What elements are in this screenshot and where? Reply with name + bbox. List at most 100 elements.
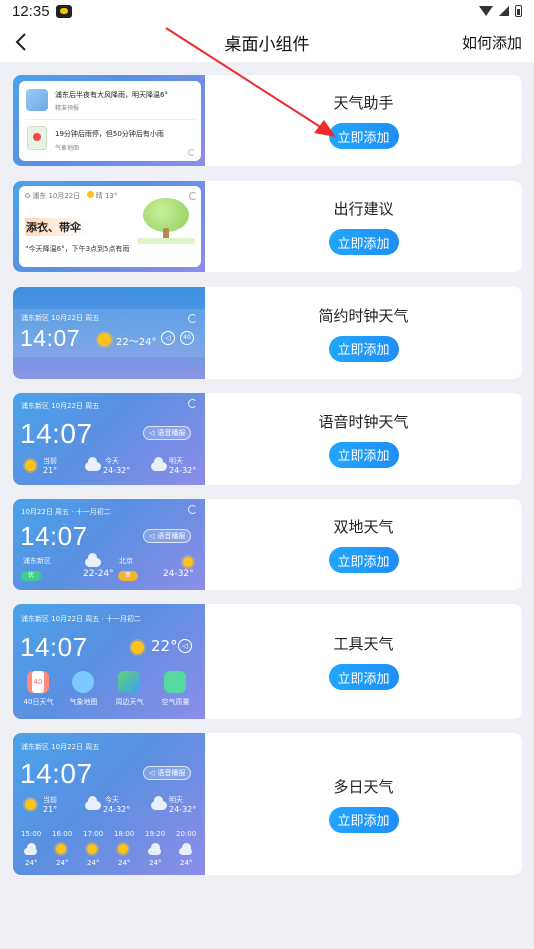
add-now-button[interactable]: 立即添加 <box>328 547 399 573</box>
tool-label: 40日天气 <box>23 698 54 706</box>
how-to-add-link[interactable]: 如何添加 <box>462 32 522 53</box>
card-actions: 多日天气 立即添加 <box>205 733 522 875</box>
hour-label: 20:00 <box>176 830 197 838</box>
clock-time: 14:07 <box>20 418 93 449</box>
advice-headline: 添衣、带伞 <box>25 218 89 236</box>
widget-card-multi-day: 浦东新区 10月22日 周五 14:07 ◁ 语音播报 当前 21° 今天 24… <box>13 733 522 875</box>
preview-panel: 浦东后半夜有大风降雨，明天降温6° 精准预报 19分钟后雨停，但50分钟后有小雨… <box>19 81 201 161</box>
refresh-icon <box>188 314 197 323</box>
refresh-icon <box>188 399 197 408</box>
forty-day-icon-number: 40 <box>31 671 45 693</box>
widget-card-tools: 浦东新区 10月22日 周五 · 十一月初二 14:07 22° ◁ 40 40… <box>13 604 522 719</box>
add-now-button[interactable]: 立即添加 <box>328 806 399 833</box>
voice-label: 语音播报 <box>157 769 186 777</box>
widget-card-dual-city: 10月22日 周五 · 十一月初二 14:07 ◁ 语音播报 浦东新区 北京 优… <box>13 499 522 590</box>
speaker-icon: ◁ <box>149 429 155 437</box>
widget-name: 语音时钟天气 <box>318 412 409 431</box>
hour-temp: 24° <box>149 859 162 867</box>
current-temp: 22° <box>151 637 178 655</box>
widget-name: 多日天气 <box>333 777 394 796</box>
col-value: 21° <box>43 805 58 814</box>
sun-icon <box>98 333 111 346</box>
widget-preview: 浦东后半夜有大风降雨，明天降温6° 精准预报 19分钟后雨停，但50分钟后有小雨… <box>13 75 205 166</box>
voice-broadcast-button: ◁ 语音播报 <box>143 426 192 440</box>
clock-time: 14:07 <box>20 758 93 789</box>
tool-label: 空气质量 <box>161 698 190 706</box>
cloud-sun-icon <box>85 457 101 471</box>
add-now-button[interactable]: 立即添加 <box>328 123 399 149</box>
tree-illustration-icon <box>137 194 195 244</box>
widget-preview: 浦东新区 10月22日 周五 14:07 22～24° ◁ 40 <box>13 287 205 379</box>
cloud-sun-icon <box>148 843 161 855</box>
location-date: 浦东新区 10月22日 周五 <box>21 743 100 751</box>
aqi-badge-fair: 良 <box>118 571 138 581</box>
cloud-icon <box>24 843 37 855</box>
status-time: 12:35 <box>12 2 50 20</box>
widget-preview: 浦东新区 10月22日 周五 14:07 ◁ 语音播报 当前 21° 今天 24… <box>13 393 205 485</box>
refresh-icon <box>188 505 197 514</box>
back-arrow-icon[interactable] <box>10 30 34 54</box>
card-actions: 语音时钟天气 立即添加 <box>205 393 522 485</box>
location-pin-icon <box>25 193 30 198</box>
hour-label: 19:20 <box>145 830 166 838</box>
hour-label: 18:00 <box>114 830 135 838</box>
city2-name: 北京 <box>119 557 133 565</box>
date-lunar: 10月22日 周五 · 十一月初二 <box>21 508 111 516</box>
air-quality-icon <box>164 671 186 693</box>
forecast-thumb-icon <box>26 89 48 111</box>
widget-card-simple-clock: 浦东新区 10月22日 周五 14:07 22～24° ◁ 40 简约时钟天气 … <box>13 287 522 379</box>
col-label: 明天 <box>169 796 183 804</box>
hour-label: 16:00 <box>52 830 73 838</box>
page-title: 桌面小组件 <box>224 34 310 55</box>
status-bar: 12:35 <box>0 0 534 22</box>
card-actions: 简约时钟天气 立即添加 <box>205 287 522 379</box>
col-label: 今天 <box>105 796 119 804</box>
col-label: 今天 <box>105 457 119 465</box>
cloud-sun-icon <box>85 796 101 810</box>
voice-label: 语音播报 <box>157 532 186 540</box>
col-value: 21° <box>43 466 58 475</box>
city2-temp: 24-32° <box>163 569 194 579</box>
cloud-icon <box>151 796 167 810</box>
sun-icon <box>56 844 66 854</box>
aqi-badge-good: 优 <box>21 571 41 581</box>
widget-name: 双地天气 <box>333 518 394 536</box>
widget-preview: 浦东新区 10月22日 周五 14:07 ◁ 语音播报 当前 21° 今天 24… <box>13 733 205 875</box>
clock-time: 14:07 <box>20 632 88 662</box>
sun-icon <box>131 641 144 654</box>
rain-line-sub: 气象地图 <box>55 145 80 152</box>
speaker-icon: ◁ <box>161 331 175 345</box>
col-value: 24-32° <box>169 466 197 475</box>
voice-label: 语音播报 <box>157 429 186 437</box>
cloud-sun-icon <box>85 553 101 567</box>
add-now-button[interactable]: 立即添加 <box>328 441 399 468</box>
add-now-button[interactable]: 立即添加 <box>328 664 399 690</box>
add-now-button[interactable]: 立即添加 <box>328 335 399 362</box>
hour-label: 17:00 <box>83 830 104 838</box>
widget-card-voice-clock: 浦东新区 10月22日 周五 14:07 ◁ 语音播报 当前 21° 今天 24… <box>13 393 522 485</box>
sun-icon <box>87 844 97 854</box>
top-nav: 桌面小组件 如何添加 <box>0 22 534 62</box>
voice-broadcast-button: ◁ 语音播报 <box>143 766 192 780</box>
cloud-sun-icon <box>179 843 192 855</box>
widget-preview: 浦东新区 10月22日 周五 · 十一月初二 14:07 22° ◁ 40 40… <box>13 604 205 719</box>
location-date: 浦东新区 10月22日 周五 <box>21 314 100 322</box>
sun-icon <box>25 460 36 471</box>
advice-quote: “今天降温6°，下午3点到5点有雨 <box>25 245 130 253</box>
notification-app-icon <box>55 4 72 18</box>
hour-temp: 24° <box>180 859 193 867</box>
divider <box>25 119 195 120</box>
add-now-button[interactable]: 立即添加 <box>328 229 399 255</box>
weather-map-icon <box>72 671 94 693</box>
widget-name: 简约时钟天气 <box>318 306 409 325</box>
location-date: 浦东新区 10月22日 周五 · 十一月初二 <box>21 615 141 623</box>
widget-card-weather-assistant: 浦东后半夜有大风降雨，明天降温6° 精准预报 19分钟后雨停，但50分钟后有小雨… <box>13 75 522 166</box>
tool-label: 气象地图 <box>69 698 98 706</box>
widget-card-travel-advice: 浦东 10月22日 晴 13° 添衣、带伞 “今天降温6°，下午3点到5点有雨 … <box>13 181 522 272</box>
hour-temp: 24° <box>87 859 100 867</box>
sun-icon <box>25 799 36 810</box>
location-date: 浦东新区 10月22日 周五 <box>21 402 100 410</box>
card-actions: 双地天气 立即添加 <box>205 499 522 590</box>
hour-temp: 24° <box>25 859 38 867</box>
temp-range: 22～24° <box>116 337 157 348</box>
